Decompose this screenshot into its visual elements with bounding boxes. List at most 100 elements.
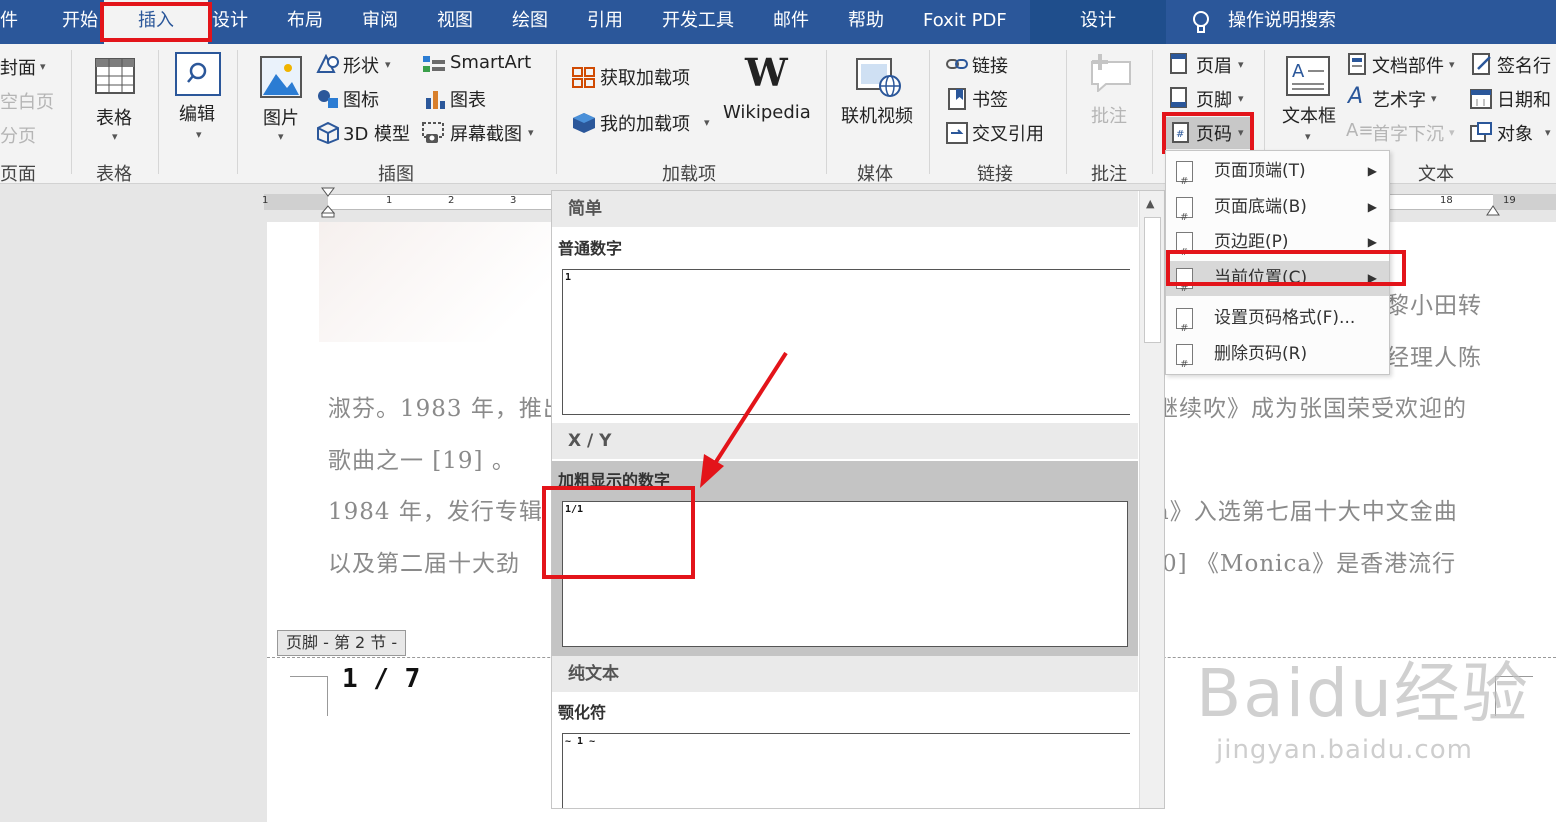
- svg-text:A: A: [1292, 61, 1305, 82]
- tab-home[interactable]: 开始: [62, 0, 98, 44]
- gallery-item-tilde[interactable]: ~ 1 ~: [562, 733, 1130, 808]
- right-indent-marker-icon[interactable]: [1486, 202, 1500, 216]
- footer-page-number[interactable]: 1 / 7: [342, 664, 420, 694]
- document-text-line: 以及第二届十大劲: [328, 551, 520, 577]
- smartart-icon: [422, 54, 446, 74]
- new-comment-icon: [1086, 54, 1132, 94]
- gallery-scrollbar[interactable]: ▲: [1139, 191, 1164, 808]
- tab-help[interactable]: 帮助: [848, 0, 884, 44]
- wordart-button[interactable]: 艺术字: [1372, 86, 1426, 112]
- page-number-icon: #: [1172, 122, 1189, 143]
- scroll-up-icon[interactable]: ▲: [1146, 197, 1154, 210]
- indent-marker-icon[interactable]: [320, 186, 336, 218]
- header-icon: [1170, 53, 1187, 74]
- page-icon: [1176, 197, 1193, 235]
- get-addins-button[interactable]: 获取加载项: [600, 64, 690, 90]
- delete-icon: [1176, 344, 1193, 382]
- wikipedia-button[interactable]: Wikipedia: [723, 102, 811, 123]
- online-video-button[interactable]: 联机视频: [841, 102, 913, 128]
- scrollbar-thumb[interactable]: [1144, 217, 1161, 343]
- group-separator: [71, 50, 72, 174]
- bookmark-button[interactable]: 书签: [972, 86, 1008, 112]
- tab-header-footer-design[interactable]: 设计: [1030, 0, 1166, 44]
- gallery-section-header: 简单: [552, 191, 1138, 227]
- footer-icon: [1170, 87, 1187, 108]
- chevron-down-icon: ▾: [1305, 130, 1311, 143]
- group-label-table: 表格: [96, 164, 132, 185]
- quick-parts-button[interactable]: 文档部件: [1372, 52, 1444, 78]
- shapes-button[interactable]: 形状: [343, 52, 379, 78]
- link-button[interactable]: 链接: [972, 52, 1008, 78]
- tab-view[interactable]: 视图: [437, 0, 473, 44]
- chevron-down-icon: ▾: [704, 116, 710, 129]
- tell-me-search[interactable]: 操作说明搜索: [1228, 0, 1336, 44]
- group-label-media: 媒体: [857, 164, 893, 185]
- page-break-button[interactable]: 分页: [0, 122, 36, 148]
- header-button[interactable]: 页眉: [1196, 52, 1232, 78]
- group-label-comments: 批注: [1091, 164, 1127, 185]
- group-label-pages: 页面: [0, 164, 36, 185]
- picture-button[interactable]: 图片: [263, 104, 299, 130]
- blank-page-button[interactable]: 空白页: [0, 88, 54, 114]
- footer-button[interactable]: 页脚: [1196, 86, 1232, 112]
- comment-button[interactable]: 批注: [1091, 102, 1127, 128]
- page-icon: [1176, 232, 1193, 270]
- 3d-model-button[interactable]: 3D 模型: [343, 120, 410, 146]
- calendar-icon: [1470, 87, 1492, 109]
- table-icon: [95, 58, 135, 94]
- ruler-tick: 1: [262, 195, 269, 206]
- tab-developer[interactable]: 开发工具: [662, 0, 734, 44]
- table-button[interactable]: 表格: [96, 104, 132, 130]
- tab-mailings[interactable]: 邮件: [773, 0, 809, 44]
- icons-button[interactable]: 图标: [343, 86, 379, 112]
- dropcap-icon: A≡: [1346, 120, 1374, 141]
- group-separator: [237, 50, 238, 174]
- group-separator: [929, 50, 930, 174]
- edit-button[interactable]: 编辑: [179, 100, 215, 126]
- chart-icon: [424, 88, 446, 110]
- cover-page-button[interactable]: 封面: [0, 54, 36, 80]
- menu-item-bottom-of-page[interactable]: 页面底端(B) ▶: [1166, 190, 1389, 235]
- cross-reference-button[interactable]: 交叉引用: [972, 120, 1044, 146]
- date-time-button[interactable]: 日期和: [1497, 86, 1551, 112]
- tab-layout[interactable]: 布局: [287, 0, 323, 44]
- menu-item-format-page-numbers[interactable]: 设置页码格式(F)...: [1166, 301, 1389, 346]
- screenshot-button[interactable]: 屏幕截图: [450, 120, 522, 146]
- document-text-line: 经理人陈: [1386, 345, 1482, 371]
- red-arrow-annotation: [700, 351, 788, 488]
- textbox-button[interactable]: 文本框: [1282, 102, 1336, 128]
- chevron-down-icon: ▾: [278, 130, 284, 143]
- menu-item-current-position[interactable]: 当前位置(C) ▶: [1166, 261, 1389, 306]
- tab-foxit-pdf[interactable]: Foxit PDF: [923, 0, 1007, 44]
- icons-icon: [316, 88, 340, 110]
- tab-design[interactable]: 设计: [212, 0, 248, 44]
- chevron-down-icon: ▾: [1238, 58, 1244, 71]
- signature-line-icon: [1472, 53, 1492, 75]
- chevron-down-icon: ▾: [1449, 126, 1455, 139]
- gallery-item-bold-number[interactable]: 1/1: [562, 501, 1128, 647]
- menu-item-page-margins[interactable]: 页边距(P) ▶: [1166, 225, 1389, 270]
- document-text-line: 淑芬。1983 年，推出: [328, 396, 567, 422]
- object-icon: [1470, 122, 1492, 142]
- tab-references[interactable]: 引用: [587, 0, 623, 44]
- tab-review[interactable]: 审阅: [362, 0, 398, 44]
- menu-item-top-of-page[interactable]: 页面顶端(T) ▶: [1166, 154, 1389, 199]
- smartart-button[interactable]: SmartArt: [450, 52, 531, 73]
- my-addins-icon: [572, 112, 596, 134]
- tab-file[interactable]: 件: [0, 0, 18, 44]
- my-addins-button[interactable]: 我的加载项: [600, 110, 690, 136]
- object-button[interactable]: 对象: [1497, 120, 1533, 146]
- dropcap-button[interactable]: 首字下沉: [1372, 120, 1444, 146]
- signature-line-button[interactable]: 签名行: [1497, 52, 1551, 78]
- chart-button[interactable]: 图表: [450, 86, 486, 112]
- gallery-item-plain-number[interactable]: 1: [562, 269, 1130, 415]
- get-addins-icon: [572, 66, 596, 88]
- page-number-button[interactable]: 页码: [1196, 120, 1232, 146]
- search-icon: [175, 52, 221, 96]
- group-separator: [1152, 50, 1153, 174]
- menu-item-remove-page-numbers[interactable]: 删除页码(R): [1166, 337, 1389, 382]
- gallery-preview-text: ~ 1 ~: [565, 736, 596, 747]
- tab-insert[interactable]: 插入: [104, 0, 208, 44]
- gallery-section-header: 纯文本: [552, 656, 1138, 692]
- tab-draw[interactable]: 绘图: [512, 0, 548, 44]
